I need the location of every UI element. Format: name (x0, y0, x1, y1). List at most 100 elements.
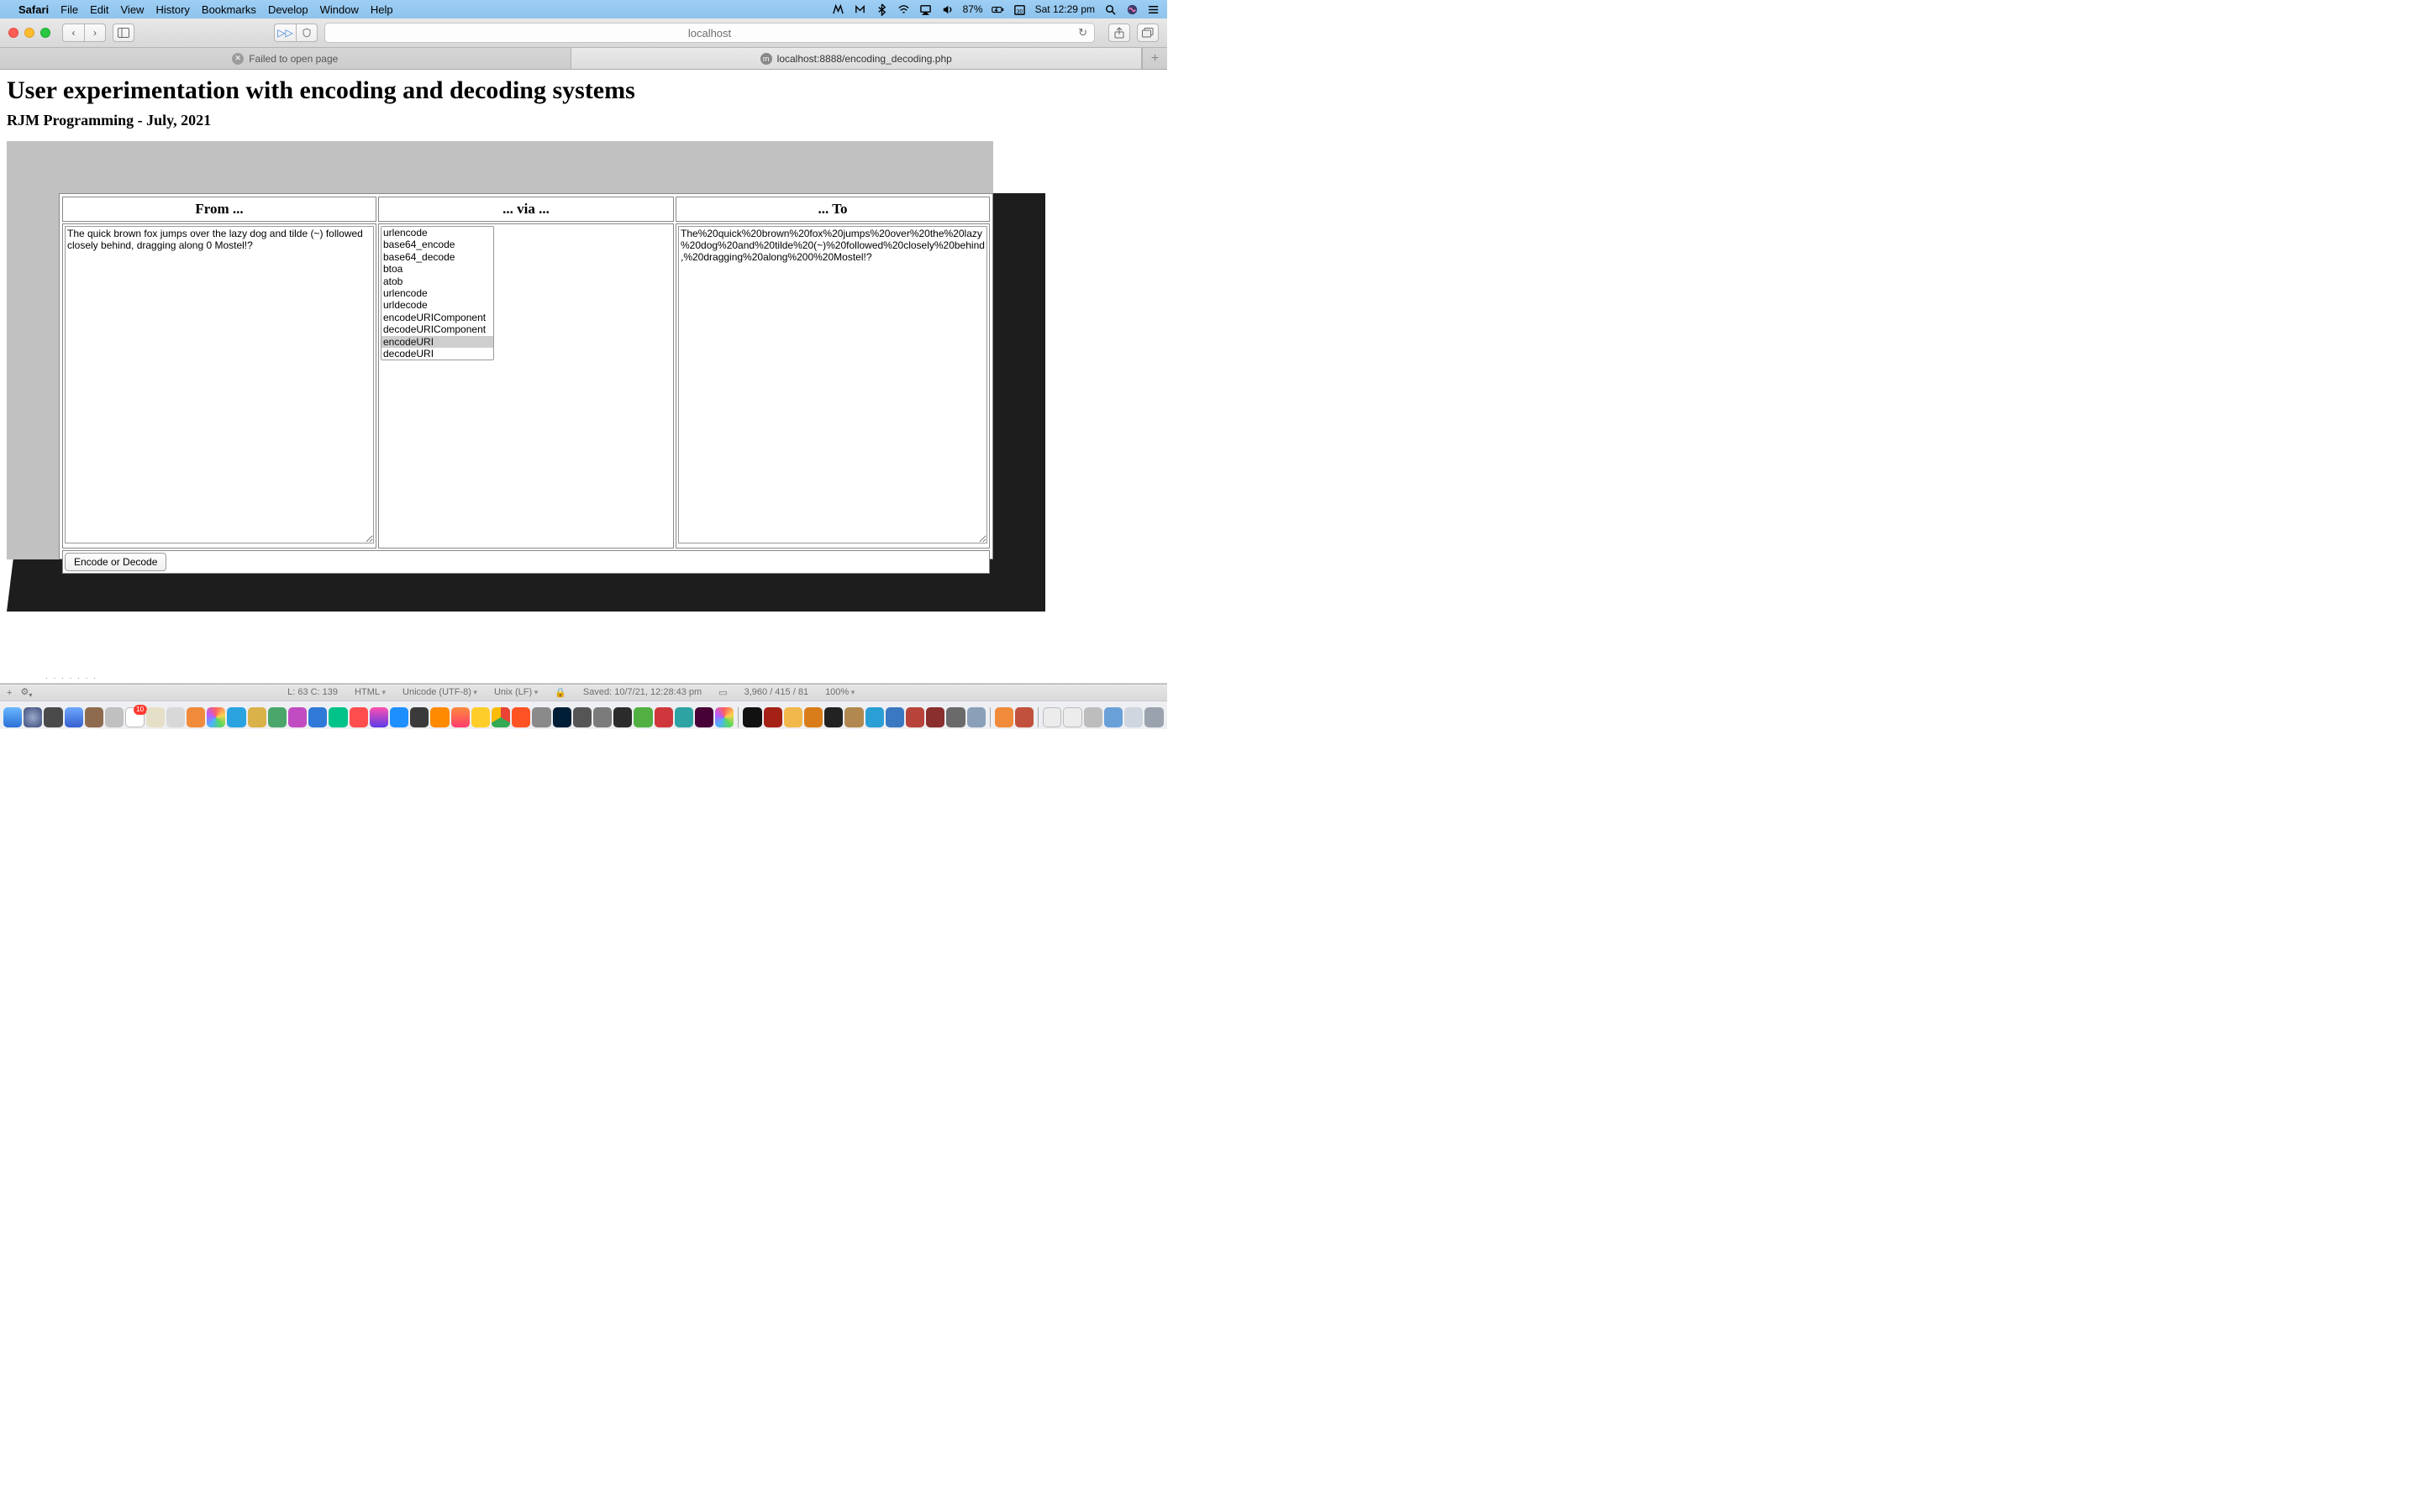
status-zoom[interactable]: 100% (825, 687, 855, 698)
menu-develop[interactable]: Develop (268, 3, 308, 16)
dock-app-icon[interactable] (44, 707, 62, 727)
dock-folder-icon[interactable] (1104, 707, 1123, 727)
status-language[interactable]: HTML (355, 687, 386, 698)
skip-forward-button[interactable]: ▷▷ (274, 24, 296, 42)
wifi-icon[interactable] (897, 3, 911, 16)
airplay-icon[interactable] (919, 3, 933, 16)
dock-app-icon[interactable] (593, 707, 612, 727)
siri-icon[interactable] (1125, 3, 1139, 16)
dock-app-icon[interactable] (471, 707, 490, 727)
dock-document-icon[interactable] (1063, 707, 1081, 727)
menubar-app-name[interactable]: Safari (18, 3, 49, 16)
via-option[interactable]: encodeURIComponent (381, 312, 493, 323)
via-option[interactable]: base64_decode (381, 251, 493, 263)
dock-xd-icon[interactable] (695, 707, 713, 727)
address-bar[interactable]: localhost ↻ (324, 23, 1095, 43)
window-zoom-button[interactable] (40, 28, 50, 38)
status-lock-icon[interactable]: 🔒 (555, 687, 566, 698)
dock-document-icon[interactable] (1043, 707, 1061, 727)
volume-icon[interactable] (941, 3, 955, 16)
dock-terminal-icon[interactable] (613, 707, 632, 727)
dock-app-icon[interactable] (166, 707, 185, 727)
menu-file[interactable]: File (60, 3, 78, 16)
dock-app-icon[interactable] (248, 707, 266, 727)
via-option[interactable]: btoa (381, 263, 493, 275)
menu-view[interactable]: View (121, 3, 145, 16)
dock-app-icon[interactable] (187, 707, 205, 727)
dock-safari-icon[interactable] (24, 707, 42, 727)
via-option[interactable]: encodeURI (381, 336, 493, 348)
nav-back-button[interactable]: ‹ (62, 24, 84, 42)
dock-filezilla-icon[interactable] (764, 707, 782, 727)
dock-app-icon[interactable] (804, 707, 823, 727)
bluetooth-icon[interactable] (876, 3, 889, 16)
dock-app-icon[interactable] (268, 707, 287, 727)
dock-calendar-icon[interactable] (125, 707, 144, 727)
dock-finder-icon[interactable] (3, 707, 22, 727)
menu-history[interactable]: History (155, 3, 189, 16)
dock-app-icon[interactable] (329, 707, 347, 727)
dock-app-icon[interactable] (655, 707, 673, 727)
m-icon[interactable] (854, 3, 867, 16)
menu-window[interactable]: Window (320, 3, 359, 16)
menu-help[interactable]: Help (371, 3, 393, 16)
dock-display-icon[interactable] (1124, 707, 1143, 727)
browser-tab-localhost[interactable]: m localhost:8888/encoding_decoding.php (571, 48, 1143, 69)
dock-app-icon[interactable] (308, 707, 327, 727)
sidebar-toggle-button[interactable] (113, 24, 134, 42)
dock-itunes-icon[interactable] (370, 707, 388, 727)
status-line-endings[interactable]: Unix (LF) (494, 687, 538, 698)
menu-edit[interactable]: Edit (90, 3, 108, 16)
window-close-button[interactable] (8, 28, 18, 38)
browser-tab-failed[interactable]: ✕ Failed to open page (0, 48, 571, 69)
dock-app-icon[interactable] (886, 707, 904, 727)
dock-app-icon[interactable] (634, 707, 652, 727)
via-option[interactable]: base64_encode (381, 239, 493, 250)
menubar-clock[interactable]: Sat 12:29 pm (1035, 3, 1095, 15)
dock-app-icon[interactable] (105, 707, 124, 727)
dock-appstore-icon[interactable] (390, 707, 408, 727)
battery-icon[interactable] (992, 3, 1005, 16)
via-option[interactable]: decodeURIComponent (381, 323, 493, 335)
dock-app-icon[interactable] (410, 707, 429, 727)
menu-bookmarks[interactable]: Bookmarks (202, 3, 256, 16)
mamp-icon[interactable] (832, 3, 845, 16)
via-option[interactable]: atob (381, 276, 493, 287)
share-button[interactable] (1108, 24, 1130, 42)
status-encoding[interactable]: Unicode (UTF-8) (402, 687, 477, 698)
dock-app-icon[interactable] (784, 707, 802, 727)
dock-app-icon[interactable] (146, 707, 165, 727)
dock-app-icon[interactable] (743, 707, 761, 727)
new-tab-button[interactable]: + (1142, 48, 1167, 69)
dock-app-icon[interactable] (675, 707, 693, 727)
tabs-overview-button[interactable] (1137, 24, 1159, 42)
dock-mail-icon[interactable] (65, 707, 83, 727)
to-textarea[interactable] (678, 226, 987, 543)
notification-center-icon[interactable] (1147, 3, 1160, 16)
dock-firefox-icon[interactable] (451, 707, 470, 727)
dock-chrome-icon[interactable] (492, 707, 510, 727)
reload-icon[interactable]: ↻ (1078, 26, 1087, 39)
dock-app-icon[interactable] (350, 707, 368, 727)
dock-app-icon[interactable] (906, 707, 924, 727)
via-option[interactable]: decodeURI (381, 348, 493, 360)
dock-photos-icon[interactable] (207, 707, 225, 727)
dock-app-icon[interactable] (926, 707, 944, 727)
status-gear-icon[interactable]: ⚙︎▾ (20, 686, 32, 699)
dock-ibooks-icon[interactable] (995, 707, 1013, 727)
nav-forward-button[interactable]: › (84, 24, 106, 42)
status-add-icon[interactable]: + (7, 688, 12, 698)
dock-app-icon[interactable] (288, 707, 307, 727)
date-icon[interactable]: 30 (1013, 3, 1027, 16)
dock-app-icon[interactable] (512, 707, 530, 727)
dock-app-icon[interactable] (967, 707, 986, 727)
dock-app-icon[interactable] (844, 707, 863, 727)
dock-app-icon[interactable] (824, 707, 843, 727)
dock-app-icon[interactable] (946, 707, 965, 727)
dock-dictionary-icon[interactable] (1015, 707, 1034, 727)
dock-app-icon[interactable] (715, 707, 734, 727)
via-select[interactable]: urlencode base64_encodebase64_decodebtoaa… (381, 226, 494, 360)
dock-trash-icon[interactable] (1144, 707, 1163, 727)
via-option[interactable]: urlencode (381, 287, 493, 299)
window-minimize-button[interactable] (24, 28, 34, 38)
